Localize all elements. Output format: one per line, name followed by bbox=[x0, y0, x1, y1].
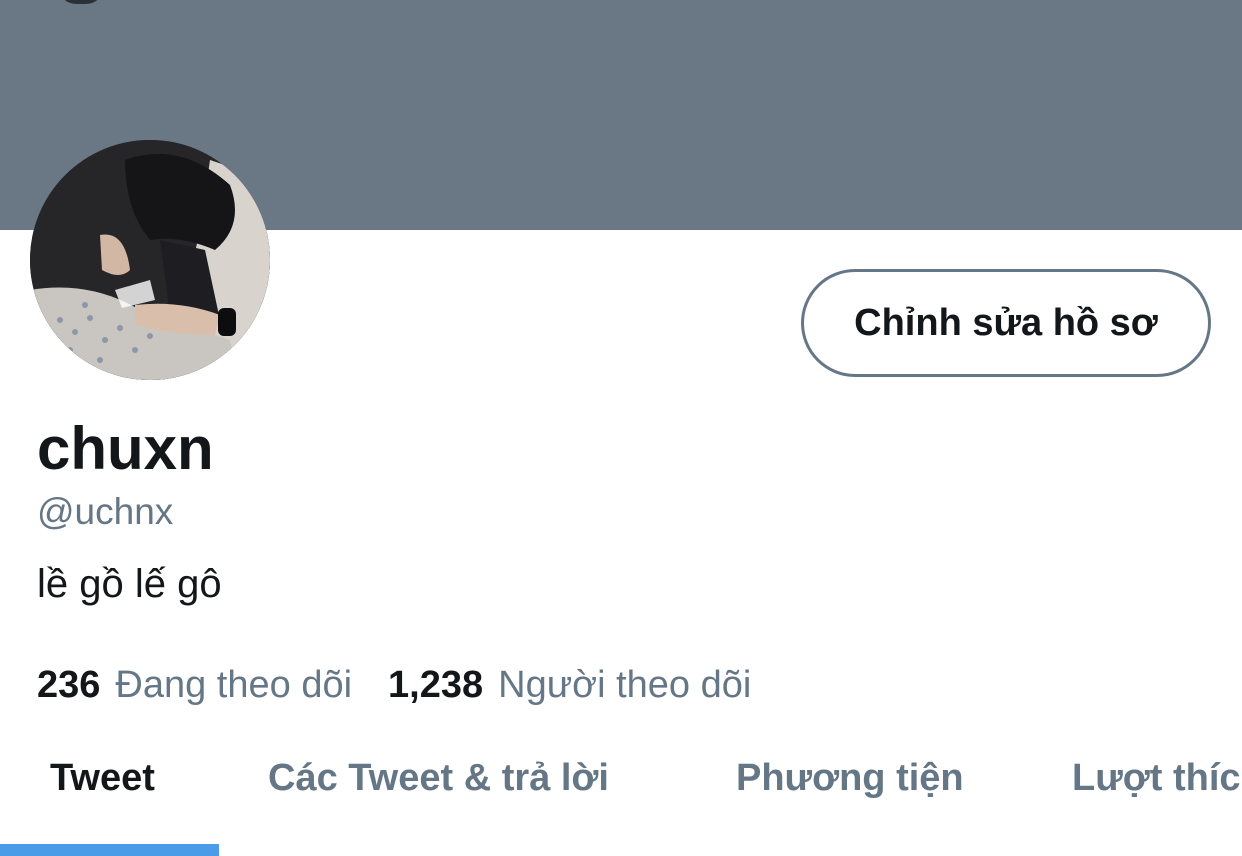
profile-tabs: Tweet Các Tweet & trả lời Phương tiện Lư… bbox=[0, 740, 1242, 856]
avatar[interactable] bbox=[30, 140, 270, 380]
display-name: chuxn bbox=[37, 415, 214, 482]
follow-stats: 236 Đang theo dõi 1,238 Người theo dõi bbox=[37, 662, 751, 708]
following-label: Đang theo dõi bbox=[115, 664, 353, 706]
edit-profile-button[interactable]: Chỉnh sửa hồ sơ bbox=[801, 269, 1211, 377]
profile-bio: lề gồ lế gô bbox=[37, 562, 222, 606]
banner-edge-shape bbox=[58, 0, 104, 4]
tab-tweets[interactable]: Tweet bbox=[50, 754, 155, 802]
tab-media[interactable]: Phương tiện bbox=[736, 754, 964, 802]
followers-count: 1,238 bbox=[388, 664, 484, 706]
following-link[interactable]: 236 Đang theo dõi bbox=[37, 662, 352, 708]
avatar-photo bbox=[30, 140, 270, 380]
followers-label: Người theo dõi bbox=[498, 664, 752, 706]
followers-link[interactable]: 1,238 Người theo dõi bbox=[388, 662, 751, 708]
tab-tweets-and-replies[interactable]: Các Tweet & trả lời bbox=[268, 754, 609, 802]
following-count: 236 bbox=[37, 664, 101, 706]
tab-likes[interactable]: Lượt thích bbox=[1072, 754, 1242, 802]
active-tab-indicator bbox=[0, 844, 219, 856]
username-handle: @uchnx bbox=[37, 491, 174, 532]
